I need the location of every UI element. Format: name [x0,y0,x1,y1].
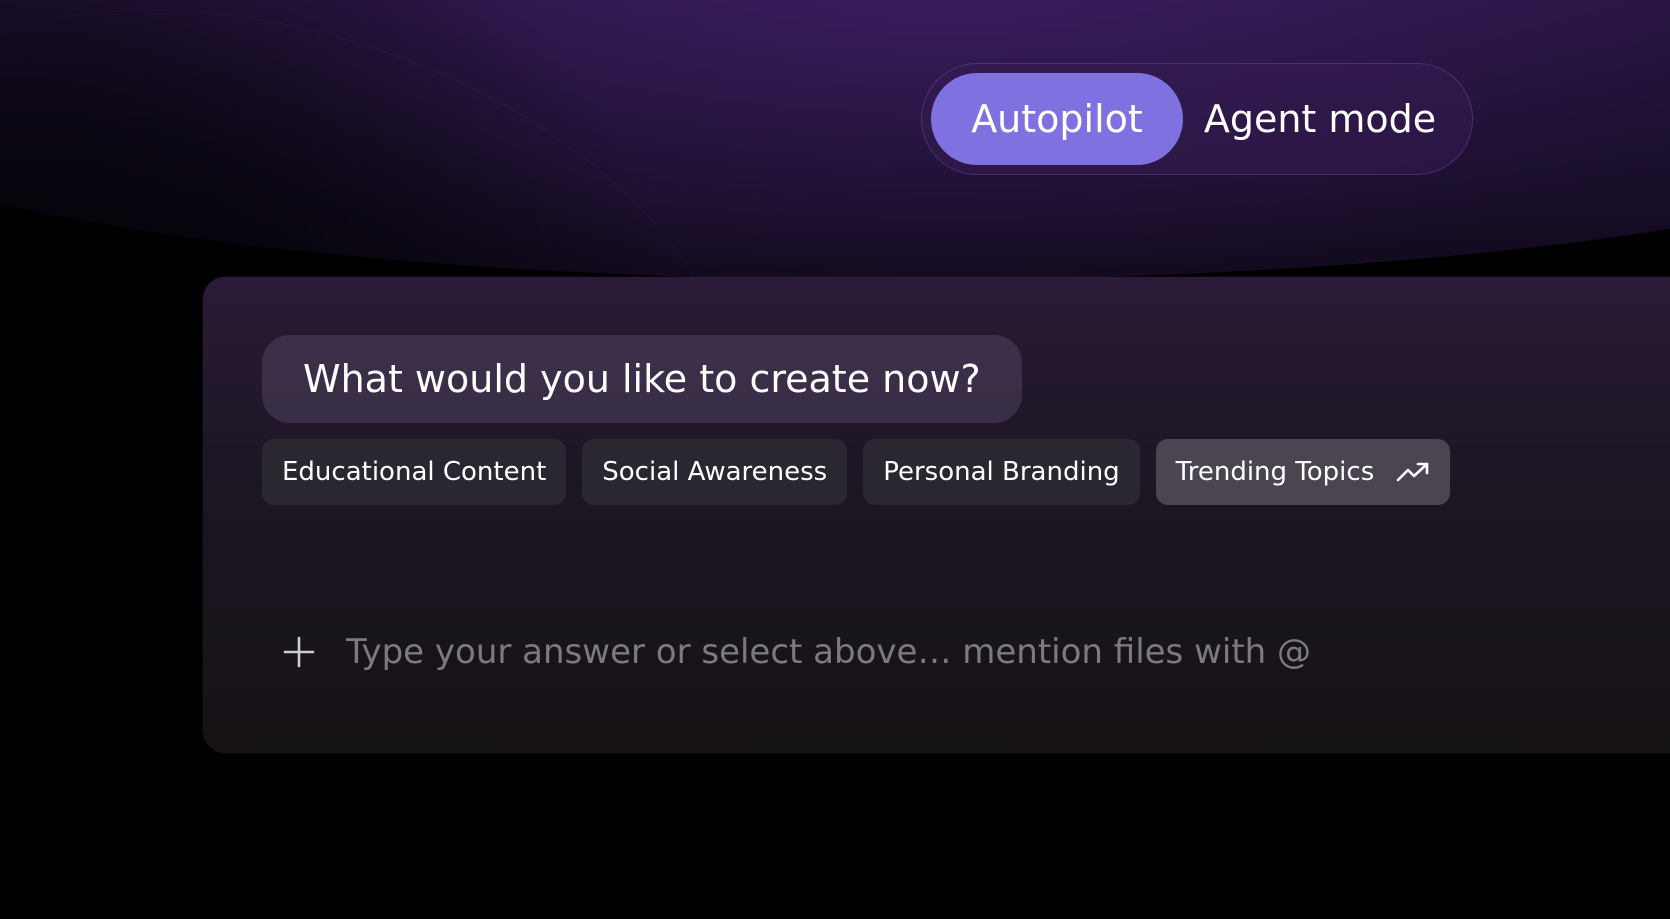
suggestion-educational-content[interactable]: Educational Content [262,439,567,505]
suggestion-label: Trending Topics [1175,457,1375,487]
agent-mode-button[interactable]: Agent mode [1183,73,1457,165]
suggestion-label: Personal Branding [883,457,1120,487]
assistant-question: What would you like to create now? [262,335,1022,423]
prompt-panel: What would you like to create now? Educa… [203,277,1670,753]
plus-icon[interactable] [280,633,318,671]
suggestion-social-awareness[interactable]: Social Awareness [582,439,848,505]
suggestion-trending-topics[interactable]: Trending Topics [1155,439,1451,505]
mode-toggle: Autopilot Agent mode [921,63,1473,175]
suggestion-label: Social Awareness [602,457,828,487]
composer [280,622,1660,682]
suggestion-personal-branding[interactable]: Personal Branding [863,439,1140,505]
suggestion-label: Educational Content [282,457,547,487]
prompt-input[interactable] [344,627,1660,677]
suggestion-chips: Educational Content Social Awareness Per… [262,439,1451,505]
autopilot-mode-button[interactable]: Autopilot [931,73,1183,165]
trending-up-icon [1396,461,1430,483]
app-canvas: Autopilot Agent mode What would you like… [0,0,1670,919]
